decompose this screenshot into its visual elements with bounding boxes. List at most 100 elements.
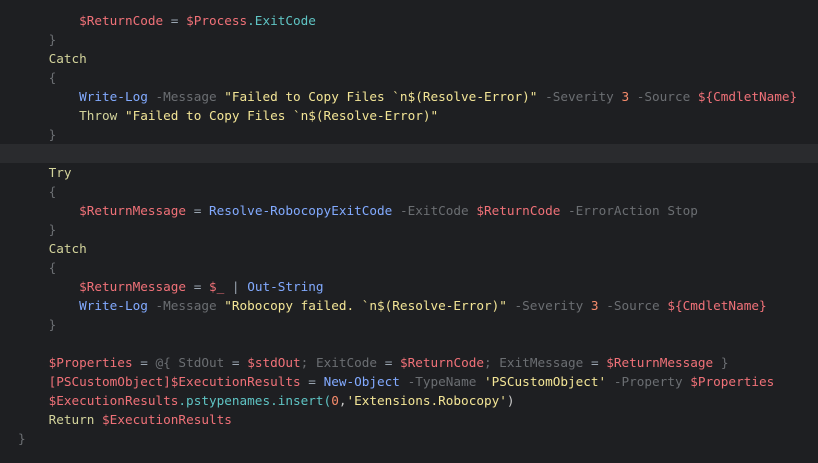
code-token: $stdOut xyxy=(247,355,301,370)
code-token: Out-String xyxy=(247,279,324,294)
code-line[interactable]: Catch xyxy=(0,49,818,68)
code-line[interactable]: } xyxy=(0,30,818,49)
code-token: { xyxy=(48,70,57,85)
code-token: | xyxy=(224,279,248,294)
code-token: $ExecutionResults xyxy=(48,393,179,408)
code-token: Catch xyxy=(48,241,87,256)
code-line[interactable]: Write-Log -Message "Robocopy failed. `n$… xyxy=(0,296,818,315)
code-token: $ExecutionResults xyxy=(102,412,232,427)
code-token: 3 xyxy=(590,298,599,313)
code-line[interactable]: $ExecutionResults.pstypenames.insert(0,'… xyxy=(0,391,818,410)
code-line[interactable] xyxy=(0,144,818,163)
code-line[interactable]: Write-Log -Message "Failed to Copy Files… xyxy=(0,87,818,106)
code-token: { xyxy=(48,184,57,199)
code-line[interactable]: Catch xyxy=(0,239,818,258)
code-line[interactable]: $Properties = @{ StdOut = $stdOut; ExitC… xyxy=(0,353,818,372)
code-line[interactable]: { xyxy=(0,68,818,87)
code-token: 'Extensions.Robocopy' xyxy=(346,393,507,408)
code-token: Write-Log xyxy=(79,89,148,104)
code-token: } xyxy=(18,431,26,446)
code-token: -Severity xyxy=(514,298,584,313)
code-token: -ErrorAction Stop xyxy=(568,203,698,218)
code-token: $Properties xyxy=(48,355,133,370)
code-token: ${CmdletName} xyxy=(697,89,798,104)
code-token: { xyxy=(48,260,57,275)
code-token: "Failed to Copy Files `n$(Resolve-Error)… xyxy=(124,108,439,123)
code-token: 'PSCustomObject' xyxy=(483,374,607,389)
code-token: -Message xyxy=(155,89,217,104)
code-token: -Source xyxy=(636,89,691,104)
code-line[interactable]: } xyxy=(0,429,818,448)
code-line[interactable]: Return $ExecutionResults xyxy=(0,410,818,429)
code-line[interactable]: $ReturnMessage = Resolve-RobocopyExitCod… xyxy=(0,201,818,220)
code-line[interactable]: [PSCustomObject]$ExecutionResults = New-… xyxy=(0,372,818,391)
code-token: ; ExitCode xyxy=(300,355,385,370)
code-token: = xyxy=(186,279,209,294)
code-line[interactable]: } xyxy=(0,125,818,144)
code-token: $Properties xyxy=(690,374,775,389)
code-token: Try xyxy=(48,165,72,180)
code-token: = xyxy=(132,355,156,370)
code-token: = xyxy=(163,13,187,28)
code-token: $ReturnMessage xyxy=(79,279,187,294)
code-line[interactable]: $ReturnCode = $Process.ExitCode xyxy=(0,11,818,30)
code-token: $_ xyxy=(208,279,225,294)
code-token: Return xyxy=(48,412,95,427)
code-token: StdOut xyxy=(170,355,232,370)
code-token: $ReturnCode xyxy=(476,203,561,218)
code-token: -Source xyxy=(606,298,660,313)
code-token: 0 xyxy=(331,393,339,408)
code-editor[interactable]: $ReturnCode = $Process.ExitCode } Catch … xyxy=(0,0,818,463)
code-line[interactable]: } xyxy=(0,220,818,239)
code-line[interactable]: } xyxy=(0,315,818,334)
code-line[interactable]: { xyxy=(0,258,818,277)
code-token: } xyxy=(713,355,729,370)
code-line[interactable]: Try xyxy=(0,163,818,182)
code-token: } xyxy=(48,317,57,332)
code-token: $Process xyxy=(186,13,248,28)
code-token: } xyxy=(48,127,57,142)
code-token: $ReturnMessage xyxy=(606,355,714,370)
code-token: -Property xyxy=(613,374,683,389)
code-token: $ReturnCode xyxy=(399,355,485,370)
code-token: $ReturnCode xyxy=(79,13,164,28)
code-line[interactable]: { xyxy=(0,182,818,201)
code-line[interactable]: Throw "Failed to Copy Files `n$(Resolve-… xyxy=(0,106,818,125)
code-token: .ExitCode xyxy=(247,13,316,28)
code-token: } xyxy=(48,222,57,237)
code-line[interactable] xyxy=(0,334,818,353)
code-line[interactable]: $ReturnMessage = $_ | Out-String xyxy=(0,277,818,296)
